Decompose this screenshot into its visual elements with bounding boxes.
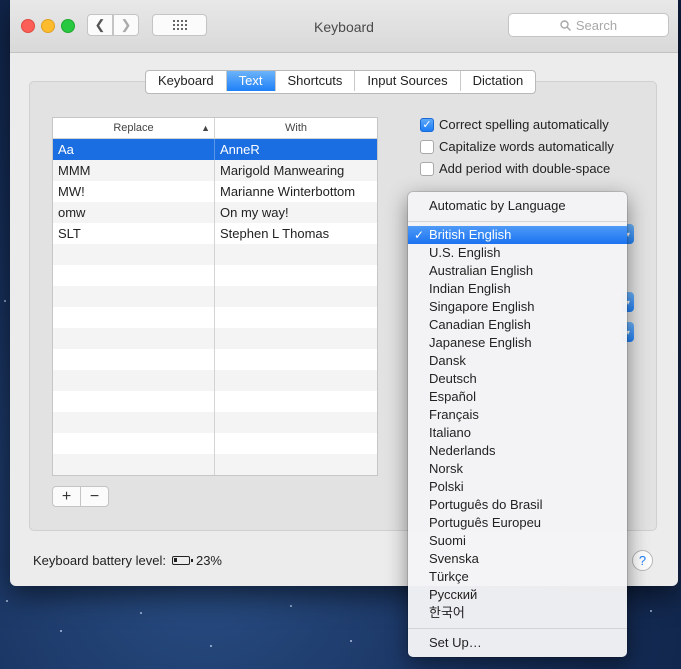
tab-dictation[interactable]: Dictation [461, 71, 536, 91]
menu-item-language[interactable]: 한국어 [408, 604, 627, 622]
empty-row [53, 475, 377, 476]
with-cell: Marianne Winterbottom [220, 184, 356, 199]
replace-cell: SLT [53, 223, 215, 244]
replace-cell: omw [53, 202, 215, 223]
menu-item-language[interactable]: Deutsch [408, 370, 627, 388]
table-row[interactable]: SLT Stephen L Thomas [53, 223, 377, 244]
menu-item-language[interactable]: Singapore English [408, 298, 627, 316]
search-placeholder: Search [575, 17, 618, 33]
empty-row [53, 433, 377, 454]
table-body: Aa AnneR MMM Marigold Manwearing MW! Mar… [53, 139, 377, 476]
menu-item-set-up[interactable]: Set Up… [408, 634, 627, 652]
sort-ascending-icon: ▲ [201, 123, 210, 133]
text-replacement-table: Replace ▲ With Aa AnneR MMM Marigold Man… [52, 117, 378, 476]
table-row[interactable]: omw On my way! [53, 202, 377, 223]
menu-item-language[interactable]: Русский [408, 586, 627, 604]
replace-cell: Aa [53, 139, 215, 160]
menu-item-language[interactable]: Español [408, 388, 627, 406]
menu-item-automatic[interactable]: Automatic by Language [408, 197, 627, 215]
battery-icon [171, 556, 193, 565]
menu-item-language[interactable]: Français [408, 406, 627, 424]
column-header-replace[interactable]: Replace ▲ [53, 118, 215, 138]
menu-item-language[interactable]: Nederlands [408, 442, 627, 460]
spelling-language-menu: Automatic by Language ✓ British English … [408, 192, 627, 657]
empty-row [53, 370, 377, 391]
battery-level-fill [173, 558, 177, 562]
empty-row [53, 328, 377, 349]
with-cell: Stephen L Thomas [220, 226, 330, 241]
with-cell: Marigold Manwearing [220, 163, 345, 178]
help-button[interactable]: ? [632, 550, 653, 571]
menu-item-language[interactable]: Dansk [408, 352, 627, 370]
column-header-with[interactable]: With [215, 118, 377, 138]
menu-item-language[interactable]: Suomi [408, 532, 627, 550]
table-row[interactable]: Aa AnneR [53, 139, 377, 160]
empty-row [53, 244, 377, 265]
checkbox-unchecked-icon [420, 161, 434, 176]
menu-item-language[interactable]: Indian English [408, 280, 627, 298]
checkbox-label: Add period with double-space [439, 161, 611, 176]
search-field[interactable]: Search [508, 13, 669, 37]
battery-label: Keyboard battery level: [33, 553, 166, 568]
add-remove-control: + − [52, 486, 109, 507]
tab-shortcuts[interactable]: Shortcuts [276, 71, 356, 91]
title-bar: ❮ ❯ Keyboard Search [10, 0, 678, 53]
menu-item-language[interactable]: Türkçe [408, 568, 627, 586]
tab-text[interactable]: Text [226, 71, 276, 91]
empty-row [53, 391, 377, 412]
menu-item-language[interactable]: Português Europeu [408, 514, 627, 532]
tab-input-sources[interactable]: Input Sources [355, 71, 461, 91]
table-header: Replace ▲ With [53, 118, 377, 139]
checkmark-icon: ✓ [414, 228, 425, 242]
menu-item-language[interactable]: Polski [408, 478, 627, 496]
correct-spelling-checkbox[interactable]: ✓ Correct spelling automatically [420, 117, 609, 132]
menu-item-language[interactable]: Svenska [408, 550, 627, 568]
table-row[interactable]: MMM Marigold Manwearing [53, 160, 377, 181]
checkbox-label: Capitalize words automatically [439, 139, 614, 154]
remove-button[interactable]: − [81, 487, 108, 506]
menu-item-language[interactable]: Português do Brasil [408, 496, 627, 514]
menu-item-language[interactable]: Australian English [408, 262, 627, 280]
empty-row [53, 349, 377, 370]
tab-keyboard[interactable]: Keyboard [146, 71, 227, 91]
double-space-period-checkbox[interactable]: Add period with double-space [420, 161, 610, 176]
add-button[interactable]: + [53, 487, 81, 506]
empty-row [53, 265, 377, 286]
empty-row [53, 412, 377, 433]
tab-bar: Keyboard Text Shortcuts Input Sources Di… [145, 70, 537, 94]
menu-item-language[interactable]: U.S. English [408, 244, 627, 262]
menu-item-language[interactable]: ✓ British English [408, 226, 627, 244]
battery-status: Keyboard battery level: 23% [33, 553, 222, 568]
table-row[interactable]: MW! Marianne Winterbottom [53, 181, 377, 202]
replace-cell: MMM [53, 160, 215, 181]
menu-item-language[interactable]: Italiano [408, 424, 627, 442]
empty-row [53, 286, 377, 307]
capitalize-words-checkbox[interactable]: Capitalize words automatically [420, 139, 614, 154]
empty-row [53, 307, 377, 328]
battery-percent: 23% [195, 553, 222, 568]
menu-item-label: British English [429, 227, 512, 242]
checkbox-label: Correct spelling automatically [439, 117, 609, 132]
search-icon [560, 19, 571, 31]
with-cell: On my way! [220, 205, 289, 220]
with-cell: AnneR [220, 142, 260, 157]
column-header-label: Replace [113, 122, 154, 134]
checkbox-checked-icon: ✓ [420, 117, 434, 132]
menu-item-language[interactable]: Canadian English [408, 316, 627, 334]
empty-row [53, 454, 377, 475]
checkbox-unchecked-icon [420, 139, 434, 154]
menu-item-language[interactable]: Japanese English [408, 334, 627, 352]
replace-cell: MW! [53, 181, 215, 202]
menu-item-language[interactable]: Norsk [408, 460, 627, 478]
